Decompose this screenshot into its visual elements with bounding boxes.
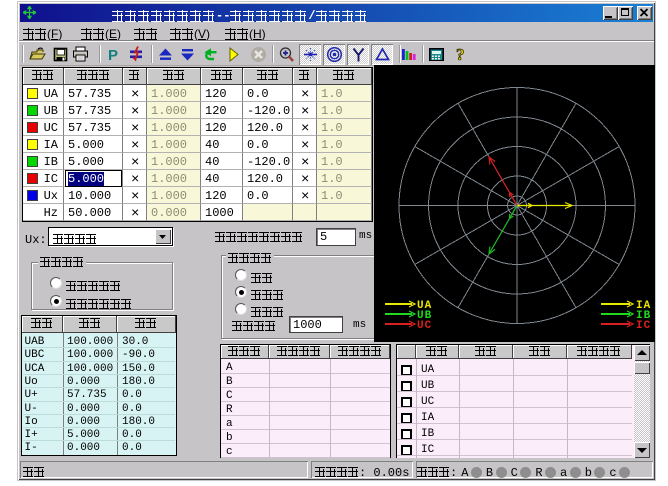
svg-text:UC: UC [417,320,432,332]
svg-text:IC: IC [636,320,651,332]
svg-text:P: P [108,47,118,63]
svg-text:?: ? [456,46,465,63]
